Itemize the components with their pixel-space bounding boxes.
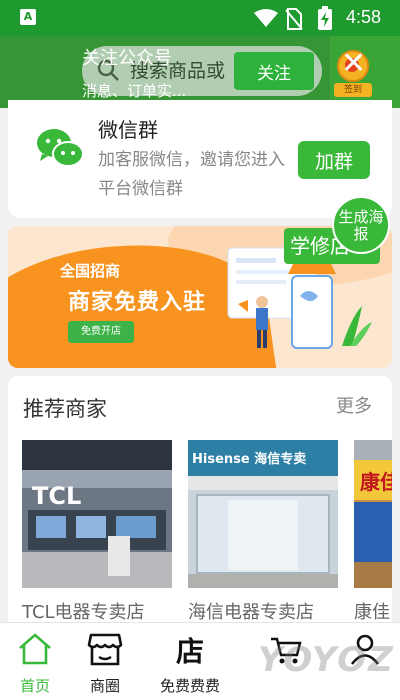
merchant-name: TCL电器专卖店 xyxy=(22,602,145,622)
checkin-label: 签到 xyxy=(334,83,372,97)
wechat-group-title: 微信群 xyxy=(98,118,158,142)
wifi-icon xyxy=(254,9,278,27)
store-icon xyxy=(87,633,123,666)
wechat-group-card: 微信群 加客服微信，邀请您进入平台微信群 加群 xyxy=(8,100,392,218)
merchant-card[interactable]: Hisense 海信专卖 海信电器专卖店 xyxy=(188,440,338,622)
merchant-photo: TCL xyxy=(22,440,172,588)
section-title: 推荐商家 xyxy=(23,397,107,421)
nav-label: 首页 xyxy=(19,677,50,695)
join-group-button[interactable]: 加群 xyxy=(298,141,370,179)
battery-charging-icon xyxy=(318,6,332,30)
app-badge-icon: A xyxy=(20,9,36,25)
merchant-card[interactable]: 康佳 康佳 xyxy=(354,440,392,622)
watermark: YOYOZ xyxy=(258,640,395,680)
nav-business-circle[interactable]: 商圈 xyxy=(70,623,140,700)
shop-sign-icon: 店 xyxy=(176,635,204,667)
status-bar: A 4:58 xyxy=(0,0,400,36)
banner-big-text: 商家免费入驻 xyxy=(68,290,207,315)
recommended-merchants-card: 推荐商家 更多 TCL TCL电器专卖店 Hisense 海信专卖 海信电器专卖… xyxy=(8,376,392,622)
nav-label: 商圈 xyxy=(89,677,120,695)
merchant-card[interactable]: TCL TCL电器专卖店 xyxy=(22,440,172,622)
wechat-group-description: 加客服微信，邀请您进入平台微信群 xyxy=(98,150,285,199)
banner-small-text: 全国招商 xyxy=(60,262,121,280)
close-icon[interactable]: ✕ xyxy=(341,48,366,80)
shop-sign: TCL xyxy=(32,482,82,510)
merchant-name: 康佳 xyxy=(354,602,390,622)
svg-text:店: 店 xyxy=(176,635,204,667)
home-icon xyxy=(19,633,51,665)
follow-subtitle: 消息、订单实... xyxy=(82,82,187,100)
no-sim-icon xyxy=(285,8,303,30)
shop-sign: 康佳 xyxy=(360,470,392,494)
follow-button[interactable]: 关注 xyxy=(234,52,314,90)
merchant-photo: Hisense 海信专卖 xyxy=(188,440,338,588)
nav-free-shop[interactable]: 店 免费费费 xyxy=(155,623,225,700)
generate-poster-button[interactable]: 生成海报 xyxy=(332,196,390,254)
clock: 4:58 xyxy=(346,7,382,27)
top-bar: 搜索商品或 关注公众号 消息、订单实... 关注 ✕ 签到 xyxy=(0,36,400,108)
wechat-icon xyxy=(37,129,84,167)
nav-home[interactable]: 首页 xyxy=(0,623,70,700)
merchant-photo: 康佳 xyxy=(354,440,392,588)
merchant-name: 海信电器专卖店 xyxy=(188,602,314,622)
checkin-button[interactable]: ✕ 签到 xyxy=(334,48,372,98)
shop-sign: Hisense 海信专卖 xyxy=(192,452,307,467)
more-link[interactable]: 更多 xyxy=(336,392,372,418)
nav-label: 免费费费 xyxy=(159,677,220,695)
open-shop-free-button[interactable]: 免费开店 xyxy=(68,321,134,343)
follow-title: 关注公众号 xyxy=(82,48,172,69)
